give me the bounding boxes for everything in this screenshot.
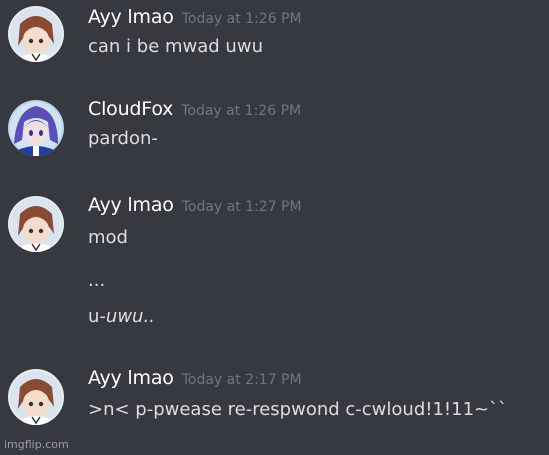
message-text: mod [88, 227, 128, 248]
message-text: can i be mwad uwu [88, 36, 263, 57]
timestamp[interactable]: Today at 2:17 PM [182, 372, 302, 388]
anime-avatar-blue-hair-icon [8, 100, 64, 156]
timestamp[interactable]: Today at 1:26 PM [181, 103, 301, 119]
message-text: >n< p-pwease re-respwond c-cwloud!1!11~`… [88, 399, 508, 420]
message-group: Ayy lmao Today at 1:26 PM can i be mwad u… [0, 6, 549, 66]
anime-avatar-brown-hair-icon [8, 6, 64, 62]
user-avatar[interactable] [8, 369, 64, 425]
message-text: pardon- [88, 128, 158, 149]
username[interactable]: Ayy lmao [88, 6, 174, 28]
message-text: ... [88, 270, 106, 291]
user-avatar[interactable] [8, 196, 64, 252]
anime-avatar-brown-hair-icon [8, 369, 64, 425]
message-group: CloudFox Today at 1:26 PM pardon- [0, 98, 549, 158]
watermark: imgflip.com [4, 438, 69, 451]
timestamp[interactable]: Today at 1:26 PM [182, 11, 302, 27]
username[interactable]: Ayy lmao [88, 194, 174, 216]
timestamp[interactable]: Today at 1:27 PM [182, 199, 302, 215]
username[interactable]: CloudFox [88, 98, 173, 120]
message-header: Ayy lmao Today at 1:26 PM [88, 6, 302, 28]
anime-avatar-brown-hair-icon [8, 196, 64, 252]
message-text-prefix: u- [88, 306, 106, 327]
message-header: Ayy lmao Today at 1:27 PM [88, 194, 302, 216]
user-avatar[interactable] [8, 100, 64, 156]
message-group: Ayy lmao Today at 1:27 PM mod ... u-uwu.. [0, 194, 549, 334]
message-text-italic: uwu.. [105, 306, 155, 327]
message-group: Ayy lmao Today at 2:17 PM >n< p-pwease re… [0, 367, 549, 427]
message-header: CloudFox Today at 1:26 PM [88, 98, 301, 120]
message-header: Ayy lmao Today at 2:17 PM [88, 367, 302, 389]
username[interactable]: Ayy lmao [88, 367, 174, 389]
user-avatar[interactable] [8, 6, 64, 62]
message-text: u-uwu.. [88, 306, 155, 327]
